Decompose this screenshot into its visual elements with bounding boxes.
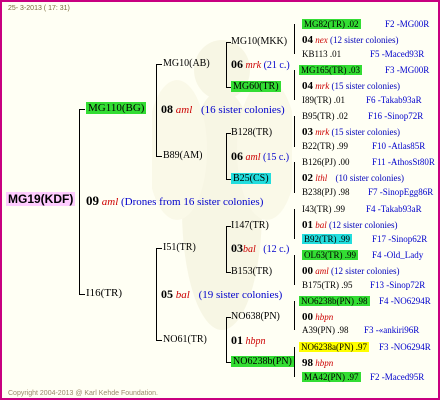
connector: [226, 226, 227, 272]
node-g3-2[interactable]: B128(TR): [231, 128, 272, 138]
root-info: 09 aml (Drones from 16 sister colonies): [86, 193, 264, 208]
root-id: MG19(KDF): [6, 192, 76, 206]
g4-row[interactable]: OL63(TR) .99 F4 -Old_Lady: [302, 250, 423, 260]
connector: [226, 42, 227, 87]
date-header: 25- 3-2013 ( 17: 31): [8, 5, 70, 12]
connector: [156, 64, 162, 65]
copyright-footer: Copyright 2004-2013 @ Karl Kehde Foundat…: [8, 390, 158, 397]
g4-row[interactable]: KB113 .01 F5 -Maced93R: [302, 50, 424, 59]
g4-sister: 00 aml (12 sister colonies): [302, 265, 400, 277]
node-sire[interactable]: I16(TR): [86, 288, 122, 299]
node-dam-info: 08 aml (16 sister colonies): [161, 102, 285, 116]
g4-row[interactable]: B175(TR) .95 F13 -Sinop72R: [302, 281, 425, 290]
g4-row[interactable]: B126(PJ) .00 F11 -AthosSt80R: [302, 158, 435, 167]
node-g3-7[interactable]: NO6238b(PN): [231, 356, 294, 367]
connector: [294, 24, 295, 54]
connector: [294, 162, 295, 193]
node-g2-3-info: 01 hbpn: [231, 333, 266, 347]
g4-row[interactable]: MG165(TR) .03 F3 -MG00R: [299, 65, 429, 75]
g4-sister: 02 lthl (10 sister colonies): [302, 172, 404, 184]
connector: [294, 255, 295, 285]
root-node[interactable]: MG19(KDF): [6, 192, 76, 206]
connector: [156, 248, 157, 340]
g4-row[interactable]: MG82(TR) .02 F2 -MG00R: [302, 19, 429, 29]
connector: [156, 248, 162, 249]
node-g2-1[interactable]: B89(AM): [163, 151, 202, 161]
connector: [294, 116, 295, 147]
node-g3-3[interactable]: B25(CS): [231, 173, 271, 184]
connector: [226, 317, 227, 362]
connector: [156, 340, 162, 341]
g4-sister: 04 mrk (15 sister colonies): [302, 80, 400, 92]
g4-sister: 04 nex (12 sister colonies): [302, 34, 399, 46]
connector: [294, 301, 295, 330]
g4-row[interactable]: I89(TR) .01 F6 -Takab93aR: [302, 96, 422, 105]
connector: [226, 133, 227, 179]
node-g3-5[interactable]: B153(TR): [231, 267, 272, 277]
connector: [79, 294, 85, 295]
pedigree-chart: { "header":{"date":"25- 3-2013 ( 17: 31)…: [0, 0, 440, 400]
node-g3-4[interactable]: I147(TR): [231, 221, 269, 231]
node-g3-1[interactable]: MG60(TR): [231, 81, 281, 92]
connector: [156, 64, 157, 156]
connector: [79, 109, 85, 110]
connector: [79, 109, 80, 294]
node-g2-3[interactable]: NO61(TR): [163, 335, 207, 345]
node-sire-info: 05 bal (19 sister colonies): [161, 287, 283, 301]
g4-row[interactable]: B92(TR) .99 F17 -Sinop62R: [302, 234, 427, 244]
connector: [294, 209, 295, 239]
g4-row[interactable]: I43(TR) .99 F4 -Takab93aR: [302, 205, 422, 214]
g4-row[interactable]: NO6238a(PN) .97 F3 -NO6294R: [299, 342, 431, 352]
node-dam[interactable]: MG110(BG): [86, 102, 147, 114]
connector: [294, 347, 295, 377]
g4-row[interactable]: NO6238b(PN) .98 F4 -NO6294R: [299, 296, 431, 306]
g4-row[interactable]: B95(TR) .02 F16 -Sinop72R: [302, 112, 423, 121]
g4-sister: 01 bal (12 sister colonies): [302, 219, 398, 231]
node-g2-2[interactable]: I51(TR): [163, 243, 196, 253]
node-g2-2-info: 03bal (12 c.): [231, 241, 290, 255]
connector: [156, 156, 162, 157]
node-g3-0[interactable]: MG10(MKK): [231, 37, 287, 47]
node-g2-0-info: 06 mrk (21 c.): [231, 57, 290, 71]
node-g2-1-info: 06 aml (15 c.): [231, 149, 290, 163]
connector: [294, 70, 295, 100]
g4-sister: 98 hbpn: [302, 357, 334, 369]
node-g2-0[interactable]: MG10(AB): [163, 59, 210, 69]
node-g3-6[interactable]: NO638(PN): [231, 312, 280, 322]
g4-row[interactable]: MA42(PN) .97 F2 -Maced95R: [302, 372, 424, 382]
g4-sister: 00 hbpn: [302, 311, 334, 323]
g4-sister: 03 mrk (15 sister colonies): [302, 126, 400, 138]
g4-row[interactable]: B22(TR) .99 F10 -Atlas85R: [302, 142, 425, 151]
g4-row[interactable]: A39(PN) .98 F3 -«ankiri96R: [302, 326, 419, 335]
g4-row[interactable]: B238(PJ) .98 F7 -SinopEgg86R: [302, 188, 433, 197]
